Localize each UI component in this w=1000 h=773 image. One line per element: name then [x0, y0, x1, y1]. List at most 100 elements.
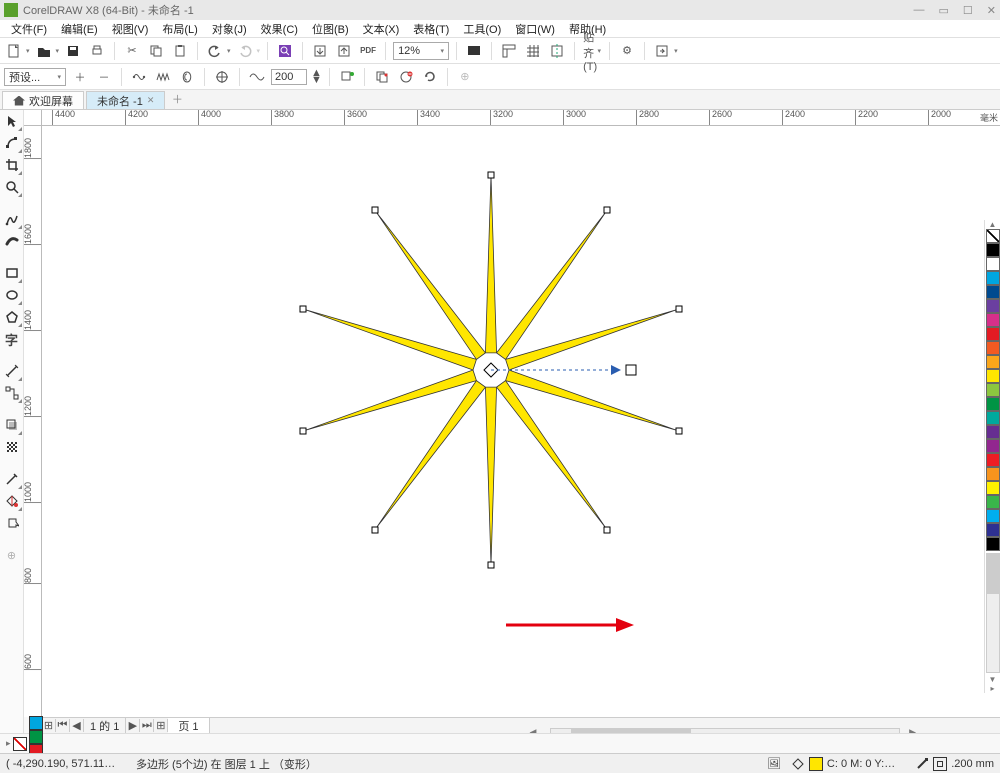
color-swatch[interactable] [986, 467, 1000, 481]
add-preset-button[interactable]: ＋ [70, 67, 90, 87]
menu-file[interactable]: 文件(F) [4, 21, 54, 37]
artistic-media-tool[interactable] [3, 232, 21, 250]
menu-view[interactable]: 视图(V) [105, 21, 156, 37]
copy-properties-button[interactable] [372, 67, 392, 87]
color-swatch[interactable] [986, 425, 1000, 439]
color-swatch[interactable] [986, 285, 1000, 299]
show-rulers-button[interactable] [499, 41, 519, 61]
undo-dropdown-icon[interactable]: ▾ [227, 47, 231, 55]
search-content-button[interactable] [275, 41, 295, 61]
new-dropdown-icon[interactable]: ▾ [26, 47, 30, 55]
document-tab[interactable]: 未命名 -1 ✕ [86, 91, 165, 109]
color-swatch[interactable] [986, 313, 1000, 327]
first-page-button[interactable]: ⏮ [56, 719, 70, 732]
preset-selector[interactable]: 预设...▾ [4, 68, 66, 86]
new-tab-button[interactable]: ＋ [167, 89, 187, 109]
palette-menu-button[interactable]: ▸ [985, 684, 1000, 693]
color-swatch[interactable] [986, 299, 1000, 313]
snap-to-button[interactable]: 贴齐(T) ▾ [582, 41, 602, 61]
star-object[interactable] [281, 160, 701, 580]
menu-object[interactable]: 对象(J) [205, 21, 254, 37]
add-button[interactable]: ⊕ [455, 67, 475, 87]
quick-customize-button[interactable]: ⊕ [3, 546, 21, 564]
color-swatch[interactable] [986, 397, 1000, 411]
color-swatch[interactable] [986, 481, 1000, 495]
horizontal-ruler[interactable]: 毫米 4400420040003800360034003200300028002… [42, 110, 1000, 126]
vertical-ruler[interactable]: 18001600140012001000800600 [24, 126, 42, 717]
polygon-tool[interactable] [3, 308, 21, 326]
ellipse-tool[interactable] [3, 286, 21, 304]
color-swatch[interactable] [986, 327, 1000, 341]
undo-button[interactable] [205, 41, 225, 61]
menu-effects[interactable]: 效果(C) [254, 21, 305, 37]
refresh-button[interactable] [420, 67, 440, 87]
remove-preset-button[interactable]: － [94, 67, 114, 87]
next-page-button[interactable]: ▶ [126, 719, 140, 732]
outline-swatch[interactable] [933, 757, 947, 771]
close-tab-icon[interactable]: ✕ [147, 95, 155, 106]
color-swatch[interactable] [986, 383, 1000, 397]
save-button[interactable] [63, 41, 83, 61]
color-eyedropper-tool[interactable] [3, 470, 21, 488]
twister-distort-button[interactable] [177, 67, 197, 87]
welcome-tab[interactable]: 欢迎屏幕 [2, 91, 84, 109]
clear-distortion-button[interactable] [396, 67, 416, 87]
freehand-tool[interactable] [3, 210, 21, 228]
color-swatch[interactable] [986, 411, 1000, 425]
export-button[interactable] [334, 41, 354, 61]
pick-tool[interactable] [3, 112, 21, 130]
zipper-distort-button[interactable] [153, 67, 173, 87]
redo-dropdown-icon[interactable]: ▾ [257, 47, 261, 55]
redo-button[interactable] [235, 41, 255, 61]
color-swatch[interactable] [986, 257, 1000, 271]
center-distortion-button[interactable] [212, 67, 232, 87]
push-pull-distort-button[interactable] [129, 67, 149, 87]
connector-tool[interactable] [3, 384, 21, 402]
color-swatch[interactable] [986, 439, 1000, 453]
minimize-button[interactable]: — [914, 4, 925, 17]
crop-tool[interactable] [3, 156, 21, 174]
smart-fill-tool[interactable] [3, 514, 21, 532]
add-page-end-button[interactable]: ⊞ [154, 719, 168, 732]
color-swatch[interactable] [986, 453, 1000, 467]
zoom-level-input[interactable]: 12%▾ [393, 42, 449, 60]
color-swatch[interactable] [986, 369, 1000, 383]
maximize-button[interactable]: ☐ [963, 4, 973, 17]
fullscreen-preview-button[interactable] [464, 41, 484, 61]
launch-button[interactable] [652, 41, 672, 61]
text-tool[interactable]: 字 [3, 330, 21, 348]
recent-color-swatch[interactable] [29, 716, 43, 730]
colorbar-menu-icon[interactable]: ▸ [6, 738, 11, 749]
palette-down-button[interactable]: ▼ [985, 675, 1000, 684]
launch-dropdown-icon[interactable]: ▾ [674, 47, 678, 55]
prev-page-button[interactable]: ◀ [70, 719, 84, 732]
restore-button[interactable]: ▭ [939, 4, 949, 17]
open-dropdown-icon[interactable]: ▾ [56, 47, 60, 55]
amplitude-input[interactable]: 200 [271, 69, 307, 85]
menu-tools[interactable]: 工具(O) [456, 21, 508, 37]
open-button[interactable] [34, 41, 54, 61]
fill-swatch[interactable] [809, 757, 823, 771]
publish-pdf-button[interactable]: PDF [358, 41, 378, 61]
color-swatch[interactable] [986, 341, 1000, 355]
recent-color-swatch[interactable] [29, 730, 43, 744]
page-tab[interactable]: 页 1 [168, 718, 209, 734]
copy-button[interactable] [146, 41, 166, 61]
show-grid-button[interactable] [523, 41, 543, 61]
menu-edit[interactable]: 编辑(E) [54, 21, 105, 37]
menu-bitmap[interactable]: 位图(B) [305, 21, 356, 37]
paste-button[interactable] [170, 41, 190, 61]
drawing-canvas[interactable] [42, 126, 1000, 717]
new-button[interactable] [4, 41, 24, 61]
import-button[interactable] [310, 41, 330, 61]
menu-table[interactable]: 表格(T) [406, 21, 456, 37]
show-guidelines-button[interactable] [547, 41, 567, 61]
zoom-dropdown-icon[interactable]: ▾ [441, 47, 445, 55]
colorbar-nofill[interactable] [13, 737, 27, 751]
palette-thumb[interactable] [987, 554, 999, 594]
drop-shadow-tool[interactable] [3, 416, 21, 434]
rectangle-tool[interactable] [3, 264, 21, 282]
palette-scrollbar[interactable] [986, 553, 1000, 673]
color-proof-icon[interactable]: 🖼 [767, 757, 781, 770]
transparency-tool[interactable] [3, 438, 21, 456]
